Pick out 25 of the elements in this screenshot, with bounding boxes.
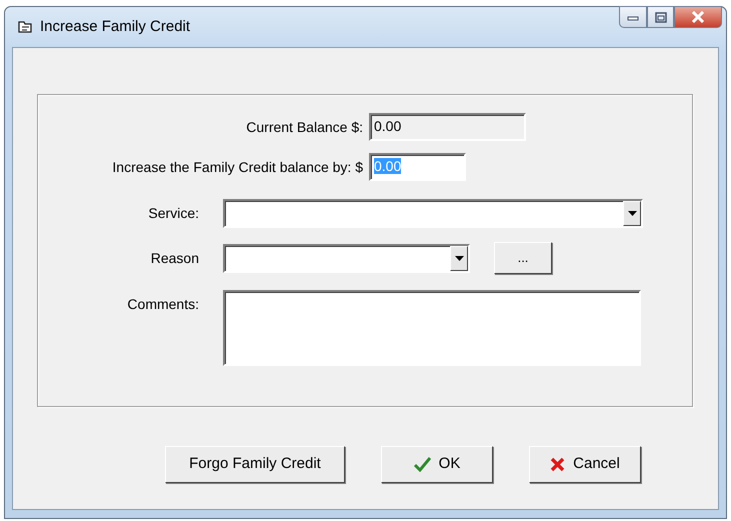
close-button[interactable]: [674, 6, 722, 28]
service-dropdown[interactable]: [223, 199, 643, 228]
app-icon: [18, 20, 34, 34]
ok-button[interactable]: OK: [381, 446, 493, 483]
cross-icon: [550, 457, 566, 472]
field-label: Reason: [150, 248, 199, 268]
close-icon: [691, 11, 705, 23]
minimize-button[interactable]: [619, 6, 647, 28]
maximize-icon: [654, 12, 666, 22]
dropdown-arrow-icon: [454, 256, 464, 260]
field-label: Service:: [147, 204, 199, 223]
browse-button[interactable]: ...: [494, 242, 552, 274]
field-label: Current Balance $:: [245, 118, 363, 136]
field-label: Increase the Family Credit balance by: $: [111, 158, 363, 177]
check-icon: [414, 457, 431, 472]
maximize-button[interactable]: [647, 6, 674, 28]
window-title: Increase Family Credit: [40, 16, 190, 37]
comments-field[interactable]: [223, 290, 641, 366]
field-label: Comments:: [126, 295, 199, 314]
forgo-button[interactable]: Forgo Family Credit: [165, 446, 345, 483]
cancel-button[interactable]: Cancel: [529, 446, 641, 483]
reason-dropdown[interactable]: [223, 244, 470, 272]
dropdown-arrow-button[interactable]: [623, 201, 641, 226]
dropdown-arrow-icon: [628, 211, 636, 216]
dropdown-arrow-button[interactable]: [450, 246, 468, 270]
